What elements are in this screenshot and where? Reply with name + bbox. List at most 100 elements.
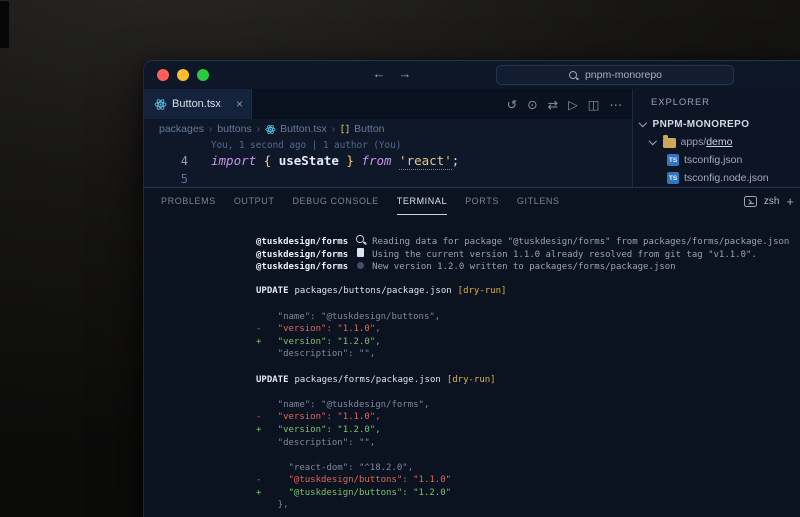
terminal-line: "description": "",: [256, 437, 800, 450]
terminal-message: Using the current version 1.1.0 already …: [372, 250, 757, 260]
terminal[interactable]: @tuskdesign/formsReading data for packag…: [144, 215, 800, 517]
line-number: 4: [144, 154, 188, 168]
tree-item-apps-demo[interactable]: apps/demo: [633, 133, 800, 151]
code-editor[interactable]: You, 1 second ago | 1 author (You) 4 imp…: [144, 139, 632, 187]
terminal-dry-run-flag: [dry-run]: [458, 286, 507, 296]
tab-gitlens[interactable]: GITLENS: [517, 188, 560, 215]
breadcrumb-symbol-label: Button: [354, 123, 384, 135]
git-blame-annotation[interactable]: You, 1 second ago | 1 author (You): [211, 140, 401, 151]
terminal-diff-text: + "version": "1.2.0",: [256, 337, 381, 347]
terminal-diff-text: "description": "",: [256, 349, 375, 359]
tree-item-tsconfig-node-json[interactable]: TS tsconfig.node.json: [633, 169, 800, 187]
code-token-brace-open: {: [264, 153, 272, 168]
terminal-file-path: packages/buttons/package.json: [295, 286, 452, 296]
line-number: 5: [144, 172, 188, 186]
minimize-window-button[interactable]: [177, 69, 189, 81]
terminal-diff-text: "description": "",: [256, 438, 375, 448]
breadcrumb-item-symbol[interactable]: Button: [340, 123, 384, 135]
tab-button-tsx[interactable]: Button.tsx ×: [144, 89, 252, 119]
terminal-diff-text: + "version": "1.2.0",: [256, 425, 381, 435]
code-line: import{useState}from'react';: [211, 152, 459, 170]
terminal-line: UPDATE packages/buttons/package.json [dry-…: [256, 285, 800, 298]
open-changes-icon[interactable]: ⇄: [548, 97, 558, 112]
react-icon: [154, 98, 167, 111]
zoom-window-button[interactable]: [197, 69, 209, 81]
chevron-right-icon: ›: [257, 124, 260, 135]
shell-name[interactable]: zsh: [764, 196, 780, 207]
code-token-from: from: [361, 153, 391, 168]
background-window: [0, 0, 9, 48]
terminal-diff-text: + "@tuskdesign/buttons": "1.2.0": [256, 488, 451, 498]
react-icon: [265, 124, 276, 135]
command-center-text: pnpm-monorepo: [585, 69, 662, 81]
nav-back-button[interactable]: ←: [370, 66, 388, 81]
folder-segment-demo[interactable]: demo: [706, 136, 732, 148]
folder-icon: [663, 138, 676, 148]
explorer-root-pnpm-monorepo[interactable]: PNPM-MONOREPO: [633, 115, 800, 133]
breadcrumb-item-file[interactable]: Button.tsx: [265, 123, 327, 135]
terminal-status-icon: [354, 248, 367, 258]
terminal-line: [256, 361, 800, 374]
terminal-diff-text: "name": "@tuskdesign/buttons",: [256, 312, 440, 322]
code-token-semicolon: ;: [452, 153, 460, 168]
breadcrumb-item-buttons[interactable]: buttons: [217, 123, 251, 135]
chevron-down-icon: [649, 137, 657, 145]
titlebar: ← → pnpm-monorepo: [144, 61, 800, 89]
nav-forward-button[interactable]: →: [396, 66, 414, 81]
more-actions-icon[interactable]: ⋯: [610, 97, 623, 112]
split-editor-icon[interactable]: ◫: [588, 97, 600, 112]
panel-header: PROBLEMS OUTPUT DEBUG CONSOLE TERMINAL P…: [144, 188, 800, 215]
terminal-line: [256, 273, 800, 286]
tab-label: Button.tsx: [172, 98, 221, 110]
terminal-line: + "@tuskdesign/buttons": "1.2.0": [256, 487, 800, 500]
tab-close-icon[interactable]: ×: [236, 98, 243, 110]
terminal-line: [256, 298, 800, 311]
terminal-package-label: @tuskdesign/forms: [256, 262, 348, 272]
vscode-window: ← → pnpm-monorepo: [143, 60, 800, 517]
terminal-line: "name": "@tuskdesign/buttons",: [256, 311, 800, 324]
terminal-package-label: @tuskdesign/forms: [256, 237, 348, 247]
tab-ports[interactable]: PORTS: [465, 188, 499, 215]
code-token-brace-close: }: [346, 153, 354, 168]
file-label: tsconfig.node.json: [684, 172, 769, 184]
terminal-diff-text: "name": "@tuskdesign/forms",: [256, 400, 429, 410]
tab-terminal[interactable]: TERMINAL: [397, 188, 447, 215]
terminal-status-icon: [354, 260, 367, 270]
desktop: ← → pnpm-monorepo: [0, 0, 800, 517]
run-file-icon[interactable]: ▷: [568, 97, 578, 112]
file-label: tsconfig.json: [684, 154, 742, 166]
code-token-import: import: [211, 153, 256, 168]
main-row: Button.tsx × ↺ ⊙ ⇄ ▷ ◫ ⋯ packages ›: [144, 89, 800, 187]
terminal-line: - "@tuskdesign/buttons": "1.1.0": [256, 474, 800, 487]
timeline-history-icon[interactable]: ↺: [507, 97, 517, 112]
tab-output[interactable]: OUTPUT: [234, 188, 275, 215]
terminal-file-path: packages/forms/package.json: [295, 375, 441, 385]
terminal-update-label: UPDATE: [256, 286, 289, 296]
terminal-line: "name": "@tuskdesign/forms",: [256, 399, 800, 412]
tab-problems[interactable]: PROBLEMS: [161, 188, 216, 215]
tree-item-tsconfig-json[interactable]: TS tsconfig.json: [633, 151, 800, 169]
terminal-package-label: @tuskdesign/forms: [256, 250, 348, 260]
chevron-down-icon: [639, 119, 647, 127]
breadcrumb: packages › buttons › Button.tsx: [144, 119, 632, 139]
folder-segment-apps[interactable]: apps: [681, 136, 704, 148]
close-window-button[interactable]: [157, 69, 169, 81]
code-token-usestate: useState: [279, 153, 339, 168]
terminal-line: @tuskdesign/forms Using the current versi…: [256, 248, 800, 261]
gitlens-compare-icon[interactable]: ⊙: [527, 97, 537, 112]
terminal-line: - "version": "1.1.0",: [256, 411, 800, 424]
terminal-line: "react-dom": "^18.2.0",: [256, 462, 800, 475]
breadcrumb-item-packages[interactable]: packages: [159, 123, 204, 135]
terminal-diff-text: - "version": "1.1.0",: [256, 324, 381, 334]
terminal-update-label: UPDATE: [256, 375, 289, 385]
breadcrumb-file-label: Button.tsx: [280, 123, 327, 135]
terminal-diff-text: "react-dom": "^18.2.0",: [256, 463, 413, 473]
terminal-line: },: [256, 499, 800, 512]
explorer-header: EXPLORER: [633, 89, 800, 115]
new-terminal-button[interactable]: +: [786, 194, 794, 209]
terminal-diff-text: },: [256, 500, 289, 510]
command-center[interactable]: pnpm-monorepo: [496, 65, 734, 85]
tab-debug-console[interactable]: DEBUG CONSOLE: [292, 188, 378, 215]
terminal-line: [256, 449, 800, 462]
terminal-line: - "version": "1.1.0",: [256, 323, 800, 336]
